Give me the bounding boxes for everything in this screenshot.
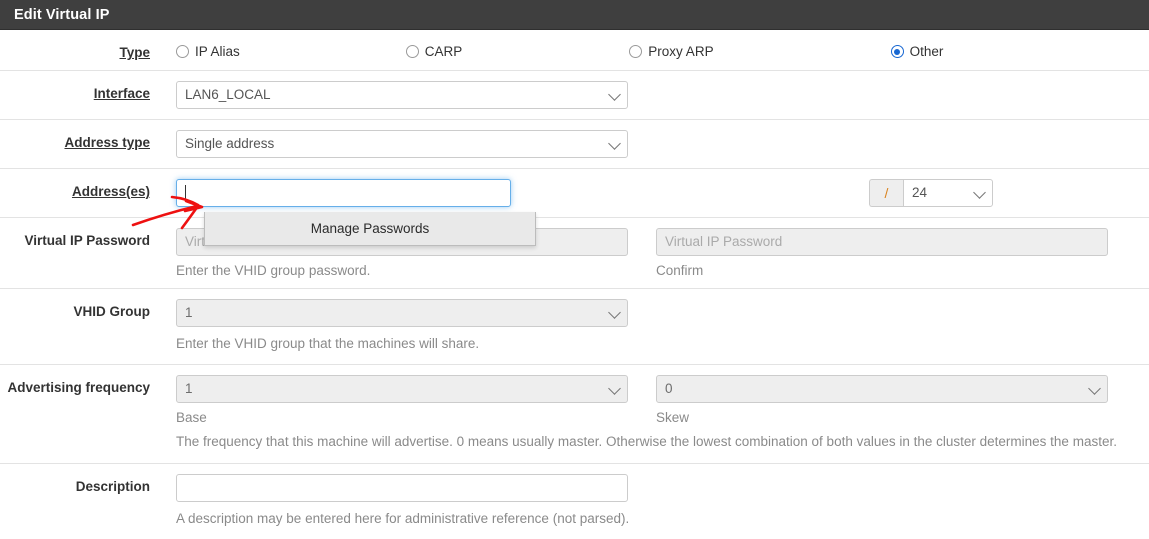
row-addresses: Address(es) / 24 bbox=[0, 169, 1149, 218]
interface-select[interactable]: LAN6_LOCAL bbox=[176, 81, 628, 109]
description-field: A description may be entered here for ad… bbox=[176, 473, 1149, 529]
label-addresses: Address(es) bbox=[0, 179, 176, 199]
radio-ip-alias-label: IP Alias bbox=[195, 44, 240, 59]
description-help: A description may be entered here for ad… bbox=[176, 510, 630, 526]
virtual-ip-password-help: Enter the VHID group password. bbox=[176, 263, 371, 278]
label-type-text[interactable]: Type bbox=[119, 45, 150, 60]
prefix-slash-label: / bbox=[869, 179, 903, 207]
label-address-type: Address type bbox=[0, 130, 176, 150]
radio-circle-icon bbox=[176, 45, 189, 58]
label-type: Type bbox=[0, 40, 176, 60]
radio-circle-icon bbox=[629, 45, 643, 58]
text-caret bbox=[185, 184, 186, 200]
label-interface-text[interactable]: Interface bbox=[94, 86, 150, 101]
radio-circle-selected-icon bbox=[890, 45, 904, 58]
advertising-skew-select[interactable]: 0 bbox=[656, 375, 1108, 404]
address-type-select-wrap: Single address bbox=[176, 130, 628, 158]
advertising-frequency-field: 1 0 Base Skew The frequency that this ma… bbox=[176, 375, 1149, 452]
address-type-field: Single address bbox=[176, 130, 1149, 158]
description-input[interactable] bbox=[176, 473, 628, 502]
type-field: IP Alias CARP Proxy ARP Other bbox=[176, 40, 1149, 59]
interface-field: LAN6_LOCAL bbox=[176, 81, 1149, 109]
autofill-manage-passwords-item[interactable]: Manage Passwords bbox=[204, 212, 536, 246]
autofill-manage-passwords-label: Manage Passwords bbox=[310, 221, 430, 236]
label-virtual-ip-password-text: Virtual IP Password bbox=[24, 233, 150, 248]
vhid-group-help: Enter the VHID group that the machines w… bbox=[176, 336, 480, 351]
label-vhid-group: VHID Group bbox=[0, 299, 176, 319]
row-description: Description A description may be entered… bbox=[0, 464, 1149, 539]
panel-title-bar: Edit Virtual IP bbox=[0, 0, 1149, 30]
radio-other-label: Other bbox=[909, 44, 944, 59]
edit-virtual-ip-panel: Edit Virtual IP Type IP Alias CARP Proxy… bbox=[0, 0, 1149, 538]
radio-carp[interactable]: CARP bbox=[405, 44, 463, 59]
virtual-ip-password-confirm-input[interactable]: Virtual IP Password bbox=[656, 228, 1108, 256]
address-type-select[interactable]: Single address bbox=[176, 130, 628, 158]
type-radio-group: IP Alias CARP Proxy ARP Other bbox=[176, 40, 1149, 59]
page-title: Edit Virtual IP bbox=[14, 6, 110, 23]
advertising-skew-help: Skew bbox=[656, 410, 690, 426]
label-address-type-text[interactable]: Address type bbox=[64, 135, 150, 150]
address-input[interactable] bbox=[176, 179, 511, 207]
row-advertising-frequency: Advertising frequency 1 0 Base Skew The … bbox=[0, 365, 1149, 464]
advertising-base-help: Base bbox=[176, 410, 207, 426]
radio-other[interactable]: Other bbox=[890, 44, 944, 59]
radio-proxy-arp-label: Proxy ARP bbox=[648, 44, 714, 59]
vhid-group-select-wrap: 1 bbox=[176, 299, 628, 327]
label-addresses-text[interactable]: Address(es) bbox=[72, 184, 150, 199]
label-interface: Interface bbox=[0, 81, 176, 101]
prefix-select-wrap: 24 bbox=[903, 179, 993, 207]
radio-ip-alias[interactable]: IP Alias bbox=[176, 44, 240, 59]
advertising-base-select-wrap: 1 bbox=[176, 375, 628, 404]
label-description: Description bbox=[0, 474, 176, 494]
label-virtual-ip-password: Virtual IP Password bbox=[0, 228, 176, 248]
label-vhid-group-text: VHID Group bbox=[73, 304, 151, 319]
row-address-type: Address type Single address bbox=[0, 120, 1149, 169]
radio-circle-icon bbox=[405, 45, 419, 58]
label-advertising-frequency: Advertising frequency bbox=[0, 375, 176, 395]
virtual-ip-password-confirm-help: Confirm bbox=[656, 263, 704, 278]
addresses-field: / 24 bbox=[176, 179, 1149, 207]
row-interface: Interface LAN6_LOCAL bbox=[0, 71, 1149, 120]
label-description-text: Description bbox=[75, 478, 150, 494]
radio-carp-label: CARP bbox=[424, 44, 463, 59]
interface-select-wrap: LAN6_LOCAL bbox=[176, 81, 628, 109]
radio-proxy-arp[interactable]: Proxy ARP bbox=[629, 44, 714, 59]
advertising-base-select[interactable]: 1 bbox=[176, 375, 628, 404]
vhid-group-select[interactable]: 1 bbox=[176, 299, 628, 327]
row-type: Type IP Alias CARP Proxy ARP Other bbox=[0, 30, 1149, 71]
advertising-frequency-help: The frequency that this machine will adv… bbox=[176, 434, 1117, 450]
vhid-group-field: 1 Enter the VHID group that the machines… bbox=[176, 299, 1149, 354]
prefix-length-group: / 24 bbox=[869, 179, 993, 207]
row-virtual-ip-password: Virtual IP Password Virtual IP Password … bbox=[0, 218, 1149, 289]
prefix-length-select[interactable]: 24 bbox=[903, 179, 993, 207]
row-vhid-group: VHID Group 1 Enter the VHID group that t… bbox=[0, 289, 1149, 366]
advertising-skew-select-wrap: 0 bbox=[656, 375, 1108, 404]
label-advertising-frequency-text: Advertising frequency bbox=[7, 380, 150, 396]
